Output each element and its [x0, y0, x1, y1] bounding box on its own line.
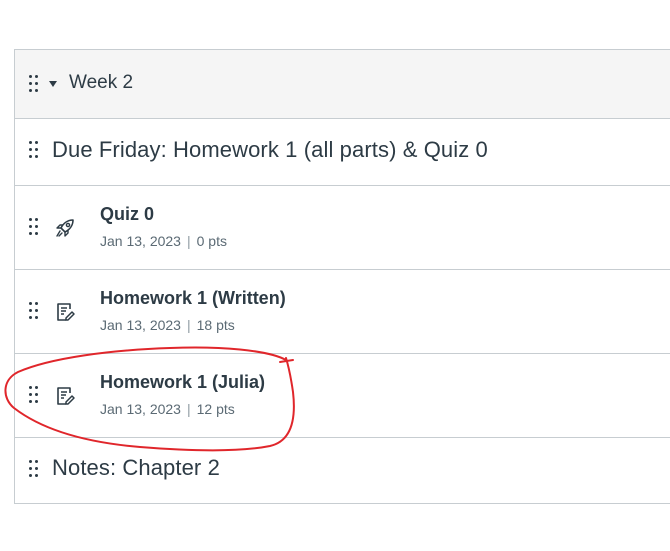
drag-handle-icon[interactable] [29, 460, 38, 478]
drag-handle-icon[interactable] [29, 75, 38, 93]
assignment-icon [57, 303, 75, 321]
due-date: Jan 13, 2023 [100, 317, 181, 333]
drag-handle-icon[interactable] [29, 141, 38, 159]
due-date: Jan 13, 2023 [100, 401, 181, 417]
subheader-row: Due Friday: Homework 1 (all parts) & Qui… [15, 119, 670, 186]
module-item-homework-1-written[interactable]: Homework 1 (Written) Jan 13, 2023 | 18 pts [15, 270, 670, 354]
subheader-title: Due Friday: Homework 1 (all parts) & Qui… [52, 137, 488, 162]
drag-handle-icon[interactable] [29, 302, 38, 320]
due-date: Jan 13, 2023 [100, 233, 181, 249]
points: 0 pts [196, 233, 227, 249]
points: 18 pts [196, 317, 235, 333]
item-title[interactable]: Homework 1 (Julia) [100, 372, 265, 393]
item-meta: Jan 13, 2023 | 18 pts [100, 317, 235, 333]
module-item-quiz-0[interactable]: Quiz 0 Jan 13, 2023 | 0 pts [15, 186, 670, 270]
meta-separator: | [186, 317, 191, 333]
collapse-caret-icon[interactable] [49, 81, 57, 87]
item-title[interactable]: Homework 1 (Written) [100, 288, 286, 309]
module-week-2: Week 2 Due Friday: Homework 1 (all parts… [14, 49, 670, 504]
drag-handle-icon[interactable] [29, 218, 38, 236]
item-meta: Jan 13, 2023 | 12 pts [100, 401, 235, 417]
item-meta: Jan 13, 2023 | 0 pts [100, 233, 227, 249]
subheader-title: Notes: Chapter 2 [52, 455, 220, 480]
item-title[interactable]: Quiz 0 [100, 204, 154, 225]
points: 12 pts [196, 401, 235, 417]
drag-handle-icon[interactable] [29, 386, 38, 404]
meta-separator: | [186, 233, 191, 249]
subheader-row: Notes: Chapter 2 [15, 438, 670, 504]
rocket-icon [56, 219, 74, 237]
module-title[interactable]: Week 2 [69, 72, 133, 94]
assignment-icon [57, 387, 75, 405]
module-item-homework-1-julia[interactable]: Homework 1 (Julia) Jan 13, 2023 | 12 pts [15, 354, 670, 438]
module-header[interactable]: Week 2 [15, 50, 670, 119]
meta-separator: | [186, 401, 191, 417]
